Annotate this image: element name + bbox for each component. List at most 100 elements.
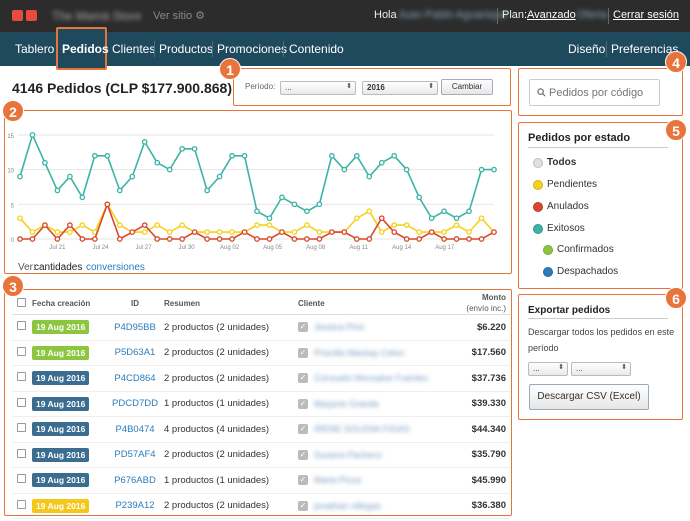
nav-contenido[interactable]: Contenido — [289, 42, 344, 56]
data-point[interactable] — [466, 208, 472, 215]
data-point[interactable] — [428, 215, 435, 222]
data-point[interactable] — [378, 159, 385, 166]
order-id-link[interactable]: P676ABD — [106, 467, 164, 494]
order-id-link[interactable]: P239A12 — [106, 493, 164, 519]
order-id-link[interactable]: PDCD7DD — [106, 391, 164, 417]
client-name-link[interactable]: Consuelo Monsalve Fuentes — [314, 373, 428, 383]
data-point[interactable] — [254, 222, 260, 228]
data-point[interactable] — [453, 215, 460, 222]
client-name-link[interactable]: Maria Pizza — [314, 475, 361, 485]
nav-productos[interactable]: Productos — [159, 42, 213, 56]
data-point[interactable] — [154, 236, 161, 242]
logout-link[interactable]: Cerrar sesión — [613, 9, 679, 21]
data-point[interactable] — [353, 215, 360, 222]
data-point[interactable] — [453, 222, 460, 228]
data-point[interactable] — [491, 166, 497, 173]
row-checkbox[interactable] — [17, 474, 26, 484]
data-point[interactable] — [403, 222, 410, 228]
order-id-link[interactable]: P5D63A1 — [106, 340, 164, 366]
data-point[interactable] — [191, 145, 198, 152]
export-select-2[interactable]: ... ⬍ — [571, 362, 631, 376]
data-point[interactable] — [316, 229, 323, 235]
state-filter-3[interactable]: Exitosos — [547, 223, 585, 234]
nav-clientes[interactable]: Clientes — [112, 42, 155, 56]
data-point[interactable] — [166, 236, 173, 242]
data-point[interactable] — [79, 222, 86, 228]
state-filter-0[interactable]: Todos — [547, 157, 576, 168]
data-point[interactable] — [154, 222, 161, 228]
data-point[interactable] — [67, 222, 73, 228]
data-point[interactable] — [478, 236, 485, 242]
data-point[interactable] — [441, 208, 447, 215]
state-filter-5[interactable]: Despachados — [557, 266, 618, 277]
data-point[interactable] — [254, 236, 260, 242]
data-point[interactable] — [491, 229, 497, 235]
user-name-link[interactable]: Juan Pablo Aguanique — [398, 9, 508, 21]
data-point[interactable] — [466, 236, 472, 242]
view-quantities-option[interactable]: cantidades — [34, 262, 82, 273]
data-point[interactable] — [366, 173, 373, 180]
data-point[interactable] — [29, 229, 36, 235]
data-point[interactable] — [478, 166, 485, 173]
data-point[interactable] — [42, 222, 48, 228]
data-point[interactable] — [416, 236, 423, 242]
data-point[interactable] — [391, 152, 398, 159]
data-point[interactable] — [204, 229, 210, 235]
data-point[interactable] — [341, 166, 348, 173]
nav-diseno[interactable]: Diseño — [568, 42, 605, 56]
data-point[interactable] — [304, 208, 310, 215]
data-point[interactable] — [266, 222, 273, 228]
data-point[interactable] — [466, 229, 472, 235]
data-point[interactable] — [67, 229, 73, 235]
client-name-link[interactable]: IRENE SOLENA FIGAS — [314, 424, 410, 434]
data-point[interactable] — [129, 173, 136, 180]
order-search-box[interactable] — [529, 79, 660, 106]
row-checkbox[interactable] — [17, 321, 26, 331]
data-point[interactable] — [304, 222, 310, 228]
data-point[interactable] — [316, 236, 323, 242]
data-point[interactable] — [279, 229, 285, 235]
client-name-link[interactable]: Priscilla Mackay Celon — [314, 348, 405, 358]
client-name-link[interactable]: jonathan villegas — [314, 501, 381, 511]
data-point[interactable] — [441, 236, 447, 242]
period-select[interactable]: ... ⬍ — [280, 81, 356, 95]
plan-link[interactable]: Avanzado — [527, 9, 576, 21]
table-row[interactable]: 19 Aug 2016 P4CD864 2 productos (2 unidade… — [12, 365, 510, 392]
client-name-link[interactable]: Marjorie Grande — [314, 399, 379, 409]
order-id-link[interactable]: P4B0474 — [106, 416, 164, 443]
data-point[interactable] — [116, 187, 123, 194]
data-point[interactable] — [391, 222, 398, 228]
col-header-client[interactable]: Cliente — [298, 292, 448, 315]
order-search-input[interactable] — [549, 87, 657, 99]
data-point[interactable] — [67, 173, 73, 180]
data-point[interactable] — [229, 229, 235, 235]
data-point[interactable] — [29, 132, 36, 138]
client-name-link[interactable]: Susana Pacheco — [314, 450, 382, 460]
state-filter-1[interactable]: Pendientes — [547, 179, 597, 190]
data-point[interactable] — [91, 236, 98, 242]
data-point[interactable] — [116, 236, 123, 242]
data-point[interactable] — [366, 236, 373, 242]
store-name[interactable]: The Mamá Store — [52, 9, 141, 23]
download-csv-button[interactable]: Descargar CSV (Excel) — [529, 384, 649, 410]
data-point[interactable] — [403, 166, 410, 173]
export-select-1[interactable]: ... ⬍ — [528, 362, 568, 376]
col-header-date[interactable]: Fecha creación — [32, 292, 106, 315]
data-point[interactable] — [378, 229, 385, 235]
row-checkbox[interactable] — [17, 499, 26, 509]
data-point[interactable] — [216, 173, 223, 180]
data-point[interactable] — [266, 215, 273, 222]
data-point[interactable] — [129, 229, 136, 235]
data-point[interactable] — [366, 208, 373, 215]
data-point[interactable] — [204, 236, 210, 242]
data-point[interactable] — [179, 222, 186, 228]
data-point[interactable] — [204, 187, 210, 194]
data-point[interactable] — [54, 187, 61, 194]
data-point[interactable] — [291, 236, 298, 242]
row-checkbox[interactable] — [17, 346, 26, 356]
change-period-button[interactable]: Cambiar — [441, 79, 493, 95]
table-row[interactable]: 19 Aug 2016 P239A12 2 productos (2 unidade… — [12, 493, 510, 519]
order-id-link[interactable]: P4CD864 — [106, 365, 164, 392]
data-point[interactable] — [428, 229, 435, 235]
data-point[interactable] — [79, 194, 86, 201]
